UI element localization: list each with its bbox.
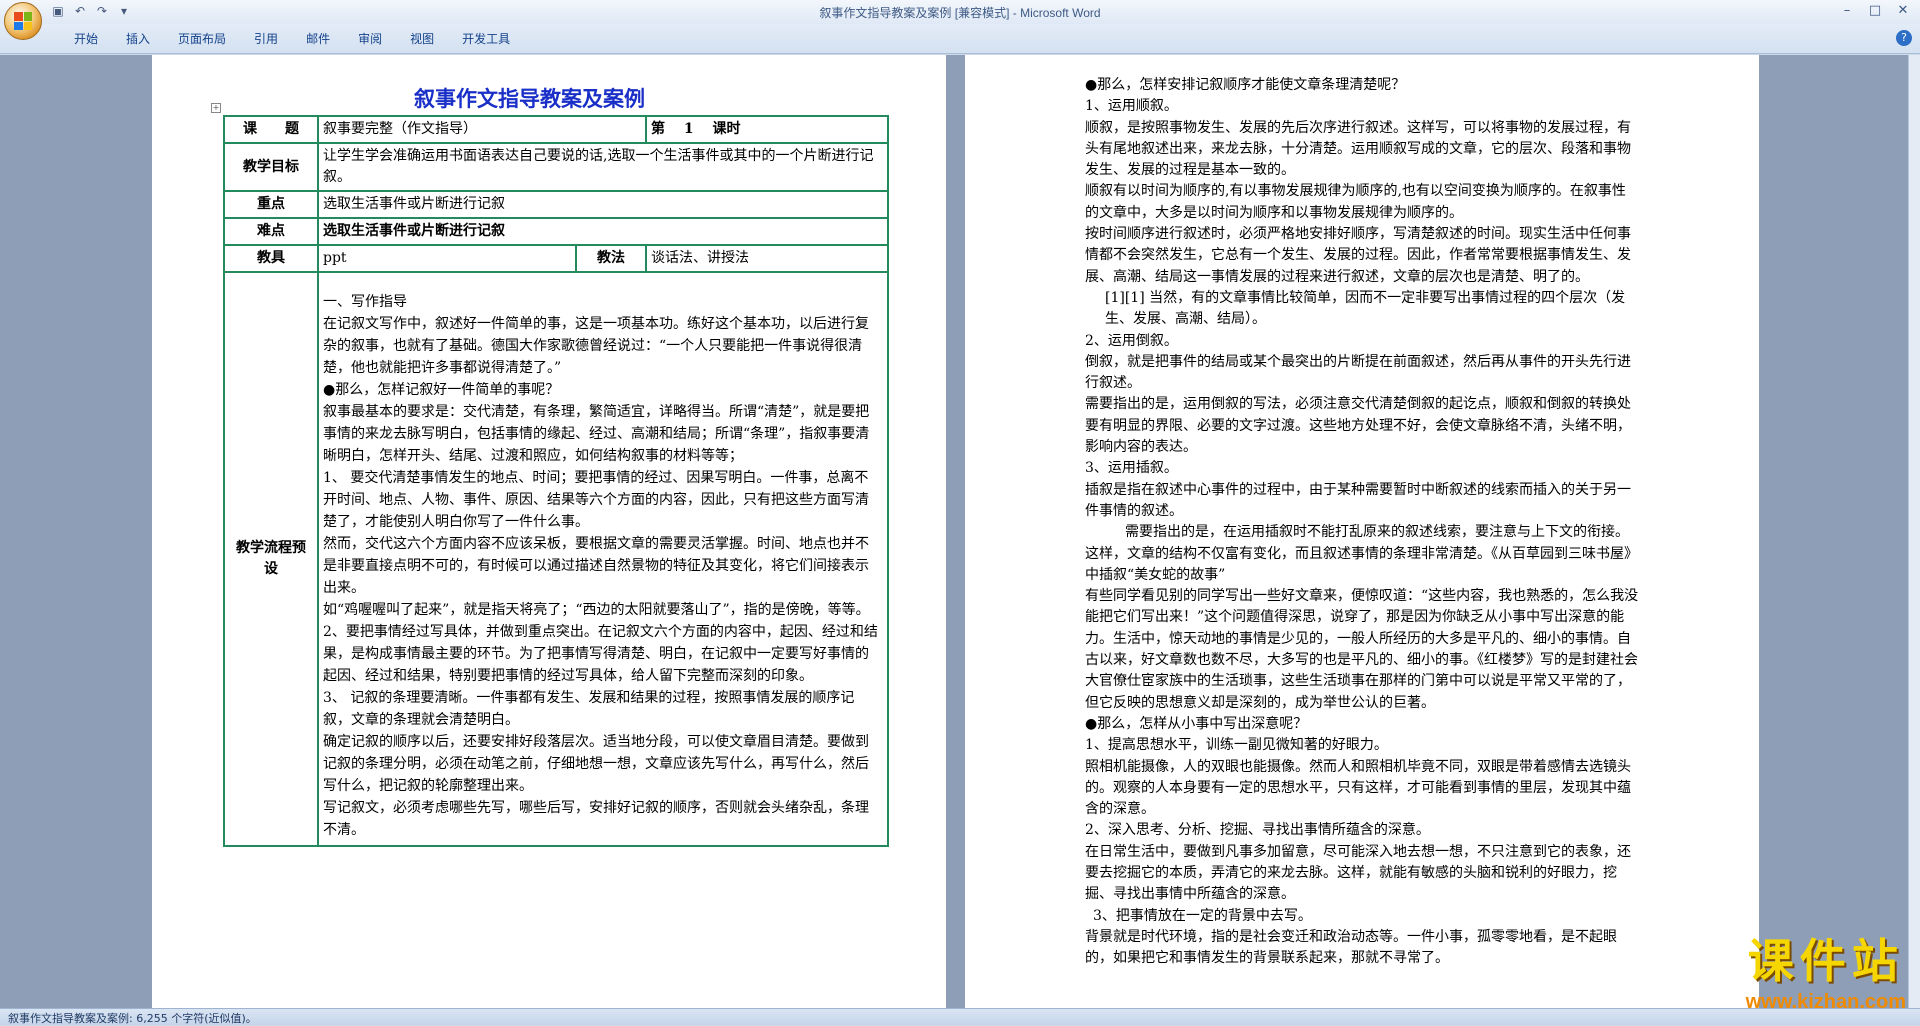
goal-label: 教学目标 bbox=[223, 142, 319, 192]
body-paragraph: 在日常生活中，要做到凡事多加留意，尽可能深入地去想一想，不只注意到它的表象，还要… bbox=[1085, 843, 1631, 903]
table-move-handle-icon[interactable]: + bbox=[211, 103, 221, 113]
flow-label: 教学流程预设 bbox=[223, 271, 319, 847]
tools-label: 教具 bbox=[223, 244, 319, 273]
flow-paragraph: 在记叙文写作中，叙述好一件简单的事，这是一项基本功。练好这个基本功，以后进行复杂… bbox=[323, 316, 869, 376]
ribbon-tabs: 开始 插入 页面布局 引用 邮件 审阅 视图 开发工具 bbox=[60, 30, 524, 47]
watermark-title: 课件站 bbox=[1747, 934, 1904, 988]
tab-insert[interactable]: 插入 bbox=[112, 30, 164, 47]
flow-paragraph: 2、要把事情经过写具体，并做到重点突出。在记叙文六个方面的内容中，起因、经过和结… bbox=[323, 624, 878, 684]
tab-home[interactable]: 开始 bbox=[60, 30, 112, 47]
document-title: 叙事作文指导教案及案例 bbox=[414, 86, 645, 111]
body-paragraph: 插叙是指在叙述中心事件的过程中，由于某种需要暂时中断叙述的线索而插入的关于另一件… bbox=[1085, 481, 1631, 519]
body-paragraph: 倒叙，就是把事件的结局或某个最突出的片断提在前面叙述，然后再从事件的开头先行进行… bbox=[1085, 353, 1631, 392]
body-paragraph: [1][1] 当然，有的文章事情比较简单，因而不一定非要写出事情过程的四个层次（… bbox=[1105, 289, 1626, 328]
close-icon[interactable]: ✕ bbox=[1890, 2, 1916, 20]
flow-paragraph: 一、写作指导 bbox=[323, 294, 407, 310]
method-label: 教法 bbox=[575, 244, 647, 273]
flow-paragraph: 1、 要交代清楚事情发生的地点、时间；要把事情的经过、因果写明白。一件事，总离不… bbox=[323, 470, 869, 530]
office-button[interactable] bbox=[4, 2, 42, 40]
key-point-label: 重点 bbox=[223, 190, 319, 219]
status-text: 叙事作文指导教案及案例: 6,255 个字符(近似值)。 bbox=[8, 1012, 257, 1025]
body-paragraph: 3、把事情放在一定的背景中去写。 bbox=[1093, 907, 1312, 924]
document-area: + 叙事作文指导教案及案例 课 题 叙事要完整（作文指导） 第 1 课时 教学目… bbox=[0, 55, 1908, 1008]
goal-value: 让学生学会准确运用书面语表达自己要说的话,选取一个生活事件或其中的一个片断进行记… bbox=[317, 142, 889, 192]
body-paragraph: 照相机能摄像，人的双眼也能摄像。然而人和照相机毕竟不同，双眼是带着感情去选镜头的… bbox=[1085, 758, 1631, 818]
ribbon: 开始 插入 页面布局 引用 邮件 审阅 视图 开发工具 ? bbox=[0, 24, 1920, 54]
body-paragraph: 需要指出的是，在运用插叙时不能打乱原来的叙述线索，要注意与上下文的衔接。这样，文… bbox=[1085, 524, 1638, 583]
title-bar: ▣ ↶ ↷ ▾ 叙事作文指导教案及案例 [兼容模式] - Microsoft W… bbox=[0, 0, 1920, 24]
flow-paragraph: ●那么，怎样记叙好一件简单的事呢？ bbox=[323, 382, 560, 398]
topic-value: 叙事要完整（作文指导） bbox=[317, 115, 647, 144]
body-paragraph: 3、运用插叙。 bbox=[1085, 460, 1178, 477]
table-row: 难点 选取生活事件或片断进行记叙 bbox=[223, 217, 889, 246]
page-2: ●那么，怎样安排记叙顺序才能使文章条理清楚呢？ 1、运用顺叙。 顺叙，是按照事物… bbox=[965, 55, 1759, 1008]
table-row: 教具 ppt 教法 谈话法、讲授法 bbox=[223, 244, 889, 273]
tab-view[interactable]: 视图 bbox=[396, 30, 448, 47]
tab-references[interactable]: 引用 bbox=[240, 30, 292, 47]
body-paragraph: 顺叙有以时间为顺序的,有以事物发展规律为顺序的,也有以空间变换为顺序的。在叙事性… bbox=[1085, 183, 1626, 221]
tab-developer[interactable]: 开发工具 bbox=[448, 30, 524, 47]
flow-paragraph: 如“鸡喔喔叫了起来”，就是指天将亮了；“西边的太阳就要落山了”，指的是傍晚，等等… bbox=[323, 602, 870, 618]
body-paragraph: ●那么，怎样安排记叙顺序才能使文章条理清楚呢？ bbox=[1085, 77, 1406, 93]
flow-paragraph: 3、 记叙的条理要清晰。一件事都有发生、发展和结果的过程，按照事情发展的顺序记叙… bbox=[323, 690, 855, 728]
table-row: 重点 选取生活事件或片断进行记叙 bbox=[223, 190, 889, 219]
topic-label: 课 题 bbox=[223, 115, 319, 144]
method-value: 谈话法、讲授法 bbox=[645, 244, 889, 273]
tab-mailings[interactable]: 邮件 bbox=[292, 30, 344, 47]
office-logo-icon bbox=[14, 12, 32, 30]
flow-content: 一、写作指导 在记叙文写作中，叙述好一件简单的事，这是一项基本功。练好这个基本功… bbox=[317, 271, 889, 847]
body-paragraph: ●那么，怎样从小事中写出深意呢？ bbox=[1085, 715, 1308, 732]
help-icon[interactable]: ? bbox=[1896, 30, 1912, 46]
body-paragraph: 顺叙，是按照事物发生、发展的先后次序进行叙述。这样写，可以将事物的发展过程，有头… bbox=[1085, 119, 1631, 179]
body-paragraph: 1、运用顺叙。 bbox=[1085, 98, 1178, 115]
minimize-icon[interactable]: – bbox=[1834, 2, 1860, 20]
lesson-plan-table: 课 题 叙事要完整（作文指导） 第 1 课时 教学目标 让学生学会准确运用书面语… bbox=[223, 115, 889, 847]
table-row: 课 题 叙事要完整（作文指导） 第 1 课时 bbox=[223, 115, 889, 144]
window-title: 叙事作文指导教案及案例 [兼容模式] - Microsoft Word bbox=[819, 6, 1101, 20]
maximize-icon[interactable]: □ bbox=[1862, 2, 1888, 20]
tab-page-layout[interactable]: 页面布局 bbox=[164, 30, 240, 47]
vertical-scrollbar[interactable] bbox=[1908, 55, 1920, 1008]
tools-value: ppt bbox=[317, 244, 577, 273]
body-paragraph: 有些同学看见别的同学写出一些好文章来，便惊叹道：“这些内容，我也熟悉的，怎么我没… bbox=[1085, 588, 1639, 711]
table-row: 教学目标 让学生学会准确运用书面语表达自己要说的话,选取一个生活事件或其中的一个… bbox=[223, 142, 889, 192]
period-label: 第 1 课时 bbox=[645, 115, 889, 144]
flow-paragraph: 叙事最基本的要求是：交代清楚，有条理，繁简适宜，详略得当。所谓“清楚”，就是要把… bbox=[323, 404, 870, 464]
body-paragraph: 1、提高思想水平，训练一副见微知著的好眼力。 bbox=[1085, 737, 1388, 754]
body-paragraph: 背景就是时代环境，指的是社会变迁和政治动态等。一件小事，孤零零地看，是不起眼的，… bbox=[1085, 928, 1617, 967]
body-paragraph: 需要指出的是，运用倒叙的写法，必须注意交代清楚倒叙的起讫点，顺叙和倒叙的转换处要… bbox=[1085, 396, 1631, 456]
table-row: 教学流程预设 一、写作指导 在记叙文写作中，叙述好一件简单的事，这是一项基本功。… bbox=[223, 271, 889, 847]
flow-paragraph: 然而，交代这六个方面内容不应该呆板，要根据文章的需要灵活掌握。时间、地点也并不是… bbox=[323, 536, 869, 596]
page-2-text: ●那么，怎样安排记叙顺序才能使文章条理清楚呢？ 1、运用顺叙。 顺叙，是按照事物… bbox=[1085, 75, 1639, 969]
difficulty-value: 选取生活事件或片断进行记叙 bbox=[317, 217, 889, 246]
watermark-logo: 课件站 www.kjzhan.com bbox=[1746, 925, 1906, 1014]
body-paragraph: 2、运用倒叙。 bbox=[1085, 332, 1178, 349]
difficulty-label: 难点 bbox=[223, 217, 319, 246]
flow-paragraph: 写记叙文，必须考虑哪些先写，哪些后写，安排好记叙的顺序，否则就会头绪杂乱，条理不… bbox=[323, 800, 869, 838]
tab-review[interactable]: 审阅 bbox=[344, 30, 396, 47]
key-point-value: 选取生活事件或片断进行记叙 bbox=[317, 190, 889, 219]
window-controls: – □ ✕ bbox=[1834, 2, 1916, 20]
body-paragraph: 2、深入思考、分析、挖掘、寻找出事情所蕴含的深意。 bbox=[1085, 822, 1430, 839]
page-1: + 叙事作文指导教案及案例 课 题 叙事要完整（作文指导） 第 1 课时 教学目… bbox=[152, 55, 946, 1008]
status-bar: 叙事作文指导教案及案例: 6,255 个字符(近似值)。 bbox=[0, 1008, 1920, 1025]
body-paragraph: 按时间顺序进行叙述时，必须严格地安排好顺序，写清楚叙述的时间。现实生活中任何事情… bbox=[1085, 226, 1631, 285]
flow-paragraph: 确定记叙的顺序以后，还要安排好段落层次。适当地分段，可以使文章眉目清楚。要做到记… bbox=[323, 734, 869, 794]
